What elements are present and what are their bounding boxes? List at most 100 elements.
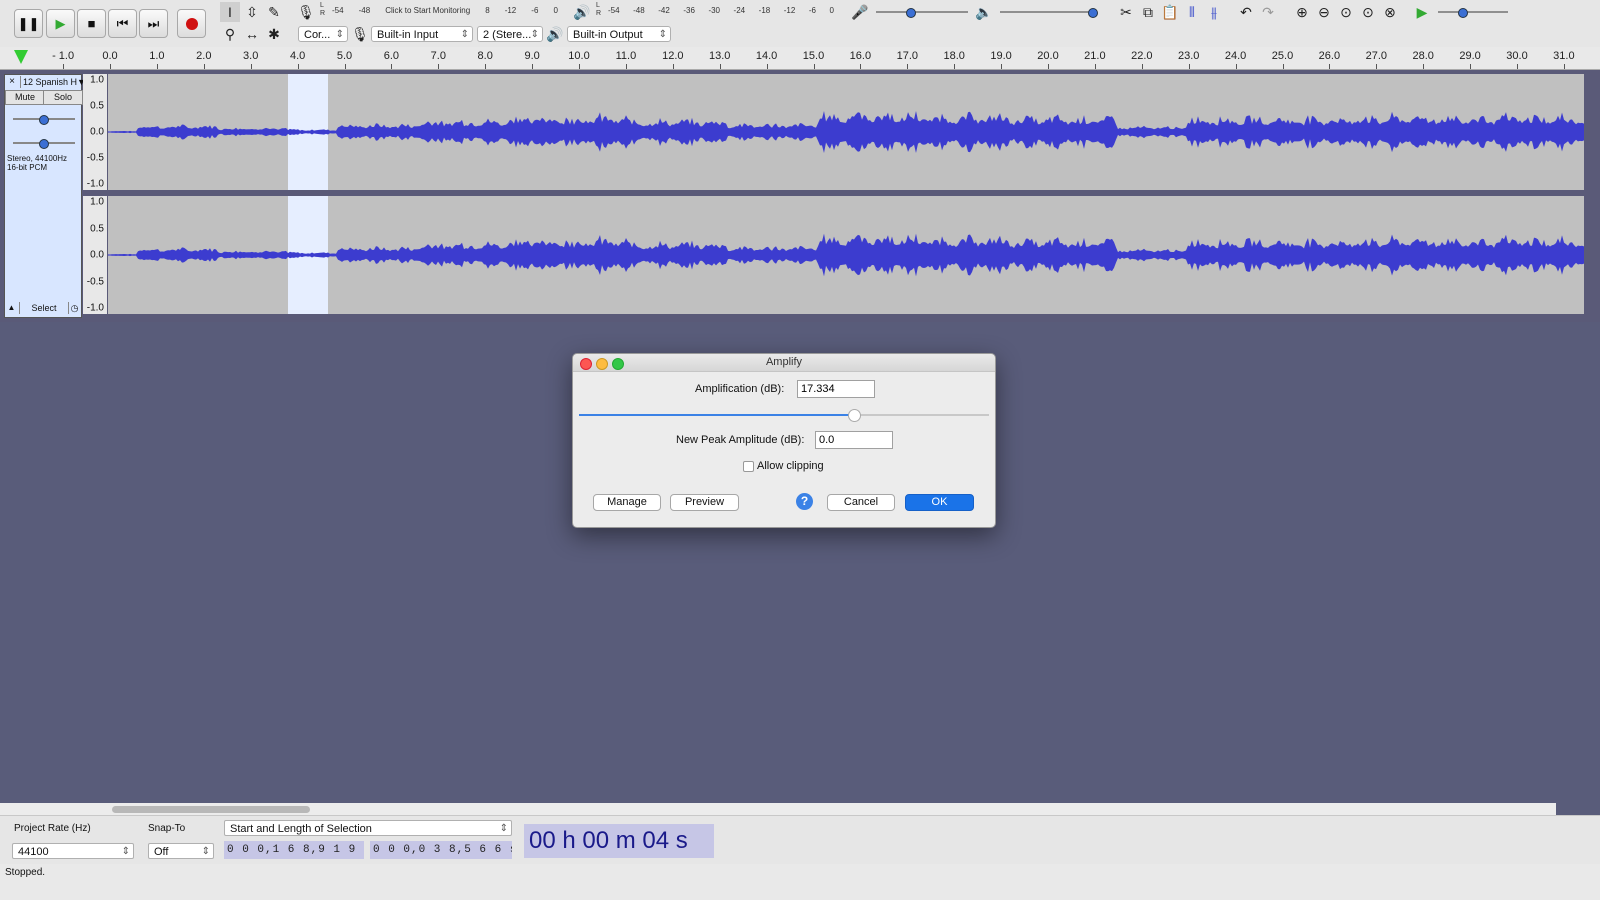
waveform-channel-left[interactable]: [108, 74, 1584, 190]
ruler-tick-mark: [1094, 64, 1096, 69]
amplitude-tick-label: 0.0: [90, 126, 104, 138]
ruler-tick-label: 1.0: [149, 50, 165, 62]
close-track-icon[interactable]: ×: [6, 76, 18, 88]
redo-icon[interactable]: ↷: [1258, 2, 1278, 22]
rec-meter-label: Click to Start Monitoring: [385, 6, 471, 15]
amplitude-tick-label: -0.5: [86, 276, 104, 287]
stop-button[interactable]: ■: [77, 9, 106, 38]
paste-icon[interactable]: 📋: [1160, 2, 1180, 22]
input-device-select[interactable]: Built-in Input: [371, 26, 473, 42]
ok-button[interactable]: OK: [905, 494, 974, 511]
new-peak-input[interactable]: [815, 431, 893, 449]
amplification-input[interactable]: [797, 380, 875, 398]
zoom-tool-icon[interactable]: ⚲: [220, 24, 240, 44]
timeline-ruler[interactable]: - 1.0 0.0 1.0 2.0 3.0 4.0 5.0 6.0 7.0 8.0 9.0 10.0 1…: [0, 47, 1600, 70]
ruler-tick-mark: [203, 64, 205, 69]
cut-icon[interactable]: ✂: [1116, 2, 1136, 22]
preview-button[interactable]: Preview: [670, 494, 739, 511]
envelope-tool-icon[interactable]: ⇳: [242, 2, 262, 22]
audio-host-select[interactable]: Cor...: [298, 26, 348, 42]
silence-icon[interactable]: ⫵: [1204, 2, 1224, 22]
waveform-left-svg: [108, 74, 1584, 190]
play-at-speed-icon[interactable]: ▶: [1412, 2, 1432, 22]
zoom-out-icon[interactable]: ⊖: [1314, 2, 1334, 22]
amplification-slider[interactable]: [579, 408, 989, 422]
pan-slider[interactable]: [13, 136, 75, 150]
record-button[interactable]: [177, 9, 206, 38]
multi-tool-icon[interactable]: ✱: [264, 24, 284, 44]
waveform-channel-right[interactable]: [108, 196, 1584, 314]
playback-meter[interactable]: LR -54 -48 -42 -36 -30 -24 -18 -12 -6 0: [594, 2, 834, 20]
horizontal-scrollbar[interactable]: [0, 803, 1556, 815]
play-at-speed-slider[interactable]: [1438, 5, 1508, 19]
playback-volume-icon: 🔈: [975, 3, 993, 20]
ruler-tick-mark: [438, 64, 440, 69]
allow-clipping-checkbox[interactable]: [743, 461, 754, 472]
solo-button[interactable]: Solo: [43, 90, 83, 105]
ruler-tick-mark: [625, 64, 627, 69]
rec-meter-label: -6: [531, 6, 539, 15]
collapse-icon[interactable]: ▲: [5, 302, 18, 314]
rec-meter-label: -12: [504, 6, 517, 15]
playback-volume-slider[interactable]: [1000, 5, 1098, 19]
draw-tool-icon[interactable]: ✎: [264, 2, 284, 22]
undo-icon[interactable]: ↶: [1236, 2, 1256, 22]
selection-mode-select[interactable]: Start and Length of Selection: [224, 820, 512, 836]
output-device-select[interactable]: Built-in Output: [567, 26, 671, 42]
fit-selection-icon[interactable]: ⊙: [1336, 2, 1356, 22]
skip-end-button[interactable]: ⏭: [139, 9, 168, 38]
rec-meter-label: 0: [553, 6, 558, 15]
track-name: 12 Spanish H: [23, 77, 78, 87]
speaker-icon[interactable]: 🔊: [572, 2, 592, 22]
zoom-toggle-icon[interactable]: ⊗: [1380, 2, 1400, 22]
help-icon[interactable]: ?: [796, 493, 813, 510]
amplitude-tick-label: -1.0: [86, 178, 104, 190]
selection-length-field[interactable]: 0 0 0,0 3 8,5 6 6 samples: [370, 841, 512, 859]
play-button[interactable]: ▶: [46, 9, 75, 38]
ruler-tick-label: 9.0: [524, 50, 540, 62]
ruler-tick-mark: [579, 64, 580, 69]
ruler-tick-mark: [1423, 64, 1425, 69]
playhead-marker-icon[interactable]: [14, 50, 28, 64]
zoom-in-icon[interactable]: ⊕: [1292, 2, 1312, 22]
rec-meter-label: 8: [485, 6, 490, 15]
selection-start-field[interactable]: 0 0 0,1 6 8,9 1 9 samples: [224, 841, 364, 859]
close-window-icon[interactable]: [580, 358, 592, 370]
project-rate-select[interactable]: 44100: [12, 843, 134, 859]
mute-button[interactable]: Mute: [5, 90, 45, 105]
pause-button[interactable]: ❚❚: [14, 9, 43, 38]
scrollbar-thumb[interactable]: [112, 806, 310, 813]
fit-project-icon[interactable]: ⊙: [1358, 2, 1378, 22]
play-meter-label: -12: [783, 6, 796, 15]
recording-volume-slider[interactable]: [876, 5, 968, 19]
gain-slider[interactable]: [13, 112, 75, 126]
ruler-tick-mark: [1517, 64, 1518, 69]
cancel-button[interactable]: Cancel: [827, 494, 895, 511]
select-track-button[interactable]: Select: [19, 302, 69, 314]
audio-position-display[interactable]: 00 h 00 m 04 s: [524, 824, 714, 858]
trim-icon[interactable]: ⫴: [1182, 2, 1202, 22]
ruler-tick-mark: [532, 64, 534, 69]
ruler-tick-label: 14.0: [755, 50, 778, 62]
waveform-right-svg: [108, 196, 1584, 314]
ruler-tick-mark: [860, 64, 862, 69]
copy-icon[interactable]: ⧉: [1138, 2, 1158, 22]
selection-tool-icon[interactable]: I: [220, 2, 240, 22]
ruler-tick-label: 7.0: [430, 50, 446, 62]
channels-select[interactable]: 2 (Stere...: [477, 26, 543, 42]
dialog-titlebar[interactable]: Amplify: [573, 354, 995, 372]
skip-start-button[interactable]: ⏮: [108, 9, 137, 38]
ruler-tick-mark: [672, 64, 674, 69]
zoom-window-icon[interactable]: [612, 358, 624, 370]
track-format: Stereo, 44100Hz: [7, 154, 68, 163]
play-icon: ▶: [55, 15, 66, 31]
recording-meter[interactable]: LR -54 -48 Click to Start Monitoring 8 -12 -6…: [318, 2, 558, 20]
manage-button[interactable]: Manage: [593, 494, 661, 511]
snap-to-select[interactable]: Off: [148, 843, 214, 859]
microphone-icon[interactable]: 🎙: [296, 2, 316, 22]
ruler-tick-label: 4.0: [289, 50, 306, 62]
track-name-menu[interactable]: 12 Spanish H▼: [20, 76, 83, 88]
amplitude-tick-label: 1.0: [90, 74, 104, 86]
minimize-window-icon[interactable]: [596, 358, 608, 370]
timeshift-tool-icon[interactable]: ↔: [242, 24, 262, 44]
